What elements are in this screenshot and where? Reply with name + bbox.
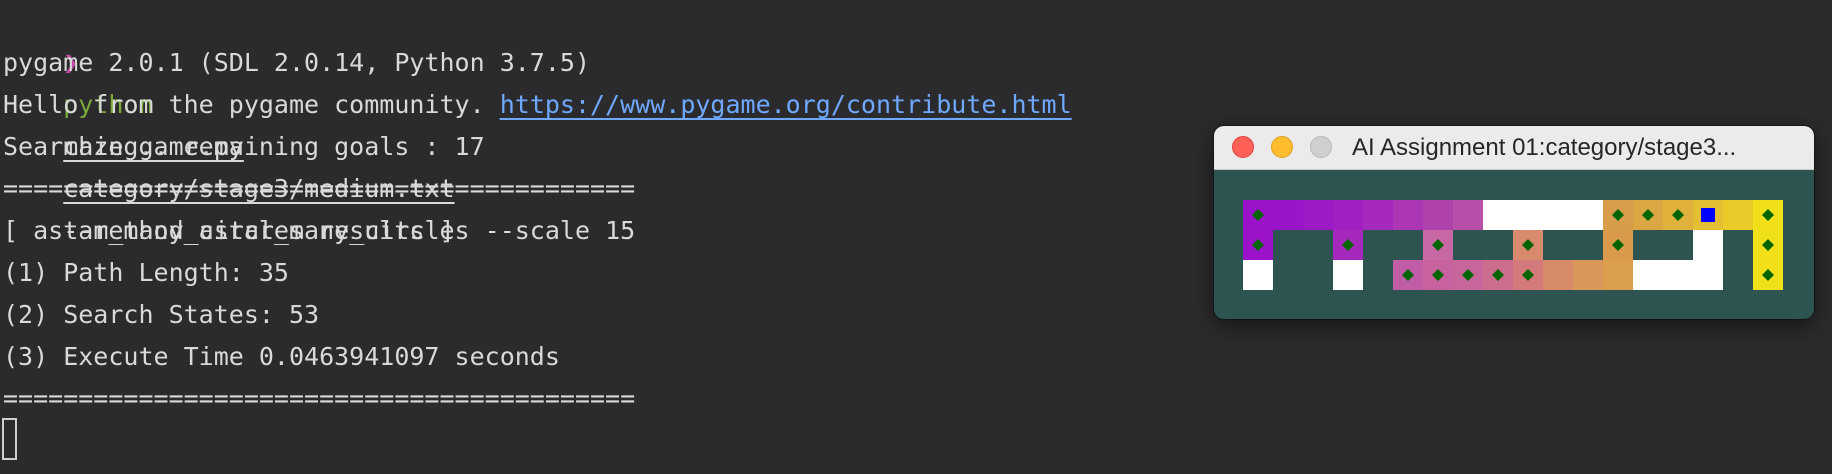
- maze-path-cell: [1693, 230, 1723, 260]
- window-titlebar[interactable]: AI Assignment 01:category/stage3...: [1214, 126, 1814, 170]
- maze-wall-cell: [1273, 260, 1303, 290]
- separator-bottom: ========================================…: [3, 384, 636, 413]
- path-length-line: (1) Path Length: 35: [3, 258, 289, 287]
- maze-path-cell: [1543, 200, 1573, 230]
- pygame-contribute-link[interactable]: https://www.pygame.org/contribute.html: [500, 90, 1072, 119]
- maze-wall-cell: [1483, 230, 1513, 260]
- search-states-line: (2) Search States: 53: [3, 300, 320, 329]
- terminal-cursor: [2, 418, 17, 460]
- close-window-button[interactable]: [1232, 136, 1254, 158]
- maze-path-cell: [1393, 200, 1423, 230]
- maze-wall-cell: [1363, 230, 1393, 260]
- maze-wall-cell: [1393, 230, 1423, 260]
- maze-wall-cell: [1303, 230, 1333, 260]
- maze-path-cell: [1483, 200, 1513, 230]
- searching-line: Searching.. remaining goals : 17: [3, 132, 485, 161]
- maze-wall-cell: [1453, 230, 1483, 260]
- pygame-window[interactable]: AI Assignment 01:category/stage3...: [1214, 126, 1814, 319]
- maze-wall-cell: [1573, 230, 1603, 260]
- maze-path-cell: [1633, 260, 1663, 290]
- results-header: [ astar_many_circles results ]: [3, 216, 455, 245]
- maze-wall-cell: [1723, 260, 1753, 290]
- maze-wall-cell: [1633, 230, 1663, 260]
- pygame-version-line: pygame 2.0.1 (SDL 2.0.14, Python 3.7.5): [3, 48, 590, 77]
- minimize-window-button[interactable]: [1271, 136, 1293, 158]
- maze-path-cell: [1363, 200, 1393, 230]
- agent-marker: [1701, 208, 1715, 222]
- hello-text: Hello from the pygame community.: [3, 90, 500, 119]
- maze-path-cell: [1573, 260, 1603, 290]
- window-title: AI Assignment 01:category/stage3...: [1352, 134, 1737, 161]
- maze-path-cell: [1453, 200, 1483, 230]
- maze-path-cell: [1693, 260, 1723, 290]
- maze-wall-cell: [1303, 260, 1333, 290]
- separator-top: ========================================…: [3, 174, 636, 203]
- maze-path-cell: [1333, 200, 1363, 230]
- maze-path-cell: [1243, 260, 1273, 290]
- maze-wall-cell: [1363, 260, 1393, 290]
- execute-time-line: (3) Execute Time 0.0463941097 seconds: [3, 342, 560, 371]
- maze-canvas: [1243, 200, 1783, 290]
- maze-path-cell: [1513, 200, 1543, 230]
- maze-path-cell: [1603, 260, 1633, 290]
- maze-path-cell: [1723, 200, 1753, 230]
- maze-wall-cell: [1543, 230, 1573, 260]
- command-line: ❯ python maze_game.py category/stage3/me…: [3, 0, 635, 245]
- maze-path-cell: [1333, 260, 1363, 290]
- maze-wall-cell: [1663, 230, 1693, 260]
- zoom-window-button[interactable]: [1310, 136, 1332, 158]
- maze-path-cell: [1663, 260, 1693, 290]
- maze-path-cell: [1543, 260, 1573, 290]
- hello-line: Hello from the pygame community. https:/…: [3, 84, 1072, 126]
- maze-path-cell: [1573, 200, 1603, 230]
- maze-path-cell: [1303, 200, 1333, 230]
- maze-path-cell: [1273, 200, 1303, 230]
- maze-path-cell: [1423, 200, 1453, 230]
- maze-wall-cell: [1723, 230, 1753, 260]
- maze-wall-cell: [1273, 230, 1303, 260]
